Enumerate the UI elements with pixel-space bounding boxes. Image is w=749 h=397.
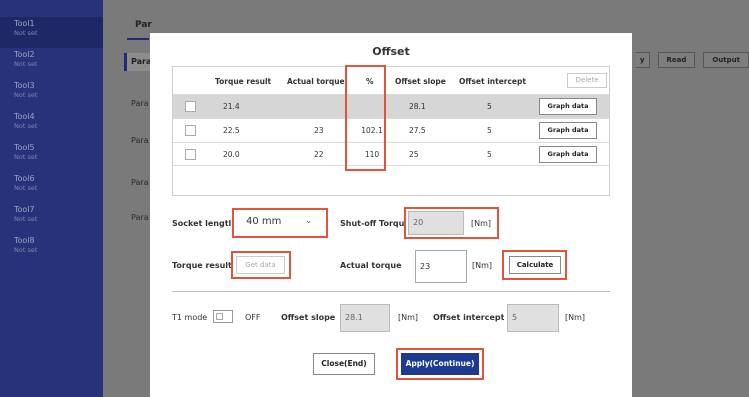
tool-name: Tool2 (14, 50, 35, 59)
param-item[interactable]: Para (131, 136, 149, 145)
offset-dialog: Offset Torque result Actual torque % Off… (150, 33, 632, 397)
copy-button[interactable]: y (635, 52, 650, 68)
apply-button[interactable]: Apply(Continue) (401, 353, 479, 375)
tool-sidebar: Tool1 Not set Tool2 Not set Tool3 Not se… (0, 0, 103, 397)
tool-name: Tool4 (14, 112, 35, 121)
chevron-down-icon: ⌄ (305, 216, 312, 225)
sidebar-item-tool5[interactable]: Tool5 Not set (0, 141, 103, 172)
background-toolbar: y Read Output (635, 52, 749, 68)
row-checkbox[interactable] (185, 125, 196, 136)
actual-torque-label: Actual torque (340, 261, 402, 270)
tool-status: Not set (14, 91, 38, 99)
tool-status: Not set (14, 122, 38, 130)
graph-data-button[interactable]: Graph data (539, 146, 597, 163)
row-checkbox[interactable] (185, 101, 196, 112)
tool-name: Tool5 (14, 143, 35, 152)
table-row[interactable]: 21.4 28.1 5 Graph data (173, 94, 609, 118)
cell-torque-result: 22.5 (223, 126, 240, 135)
offset-slope-label: Offset slope (281, 313, 336, 322)
row-checkbox[interactable] (185, 149, 196, 160)
cell-percent: 102.1 (361, 126, 383, 135)
t1-mode-label: T1 mode (172, 313, 208, 322)
tool-status: Not set (14, 60, 38, 68)
shutoff-torque-field[interactable]: 20 (408, 211, 464, 235)
close-button[interactable]: Close(End) (313, 353, 375, 375)
tool-name: Tool3 (14, 81, 35, 90)
tab-parameters[interactable]: Par (135, 20, 152, 30)
tab-underline (127, 38, 149, 40)
table-row[interactable]: 20.0 22 110 25 5 Graph data (173, 142, 609, 166)
sidebar-item-tool8[interactable]: Tool8 Not set (0, 234, 103, 265)
sidebar-item-tool1[interactable]: Tool1 Not set (0, 17, 103, 48)
sidebar-item-tool2[interactable]: Tool2 Not set (0, 48, 103, 79)
param-item-active[interactable]: Para (124, 53, 152, 71)
column-header-offset-slope: Offset slope (395, 77, 446, 86)
cell-torque-result: 20.0 (223, 150, 240, 159)
graph-data-button[interactable]: Graph data (539, 122, 597, 139)
cell-actual-torque: 23 (314, 126, 324, 135)
tool-name: Tool6 (14, 174, 35, 183)
cell-offset-intercept: 5 (487, 126, 492, 135)
socket-length-label: Socket lengtl (172, 219, 232, 228)
sidebar-item-tool7[interactable]: Tool7 Not set (0, 203, 103, 234)
cell-offset-slope: 25 (409, 150, 419, 159)
cell-offset-intercept: 5 (487, 102, 492, 111)
cell-percent: 110 (364, 150, 380, 159)
offset-intercept-label: Offset intercept (433, 313, 505, 322)
calculate-button[interactable]: Calculate (509, 256, 561, 274)
cell-actual-torque: 22 (314, 150, 324, 159)
get-data-button[interactable]: Get data (236, 256, 285, 274)
column-header-offset-intercept: Offset intercept (459, 77, 526, 86)
tool-status: Not set (14, 153, 38, 161)
shutoff-torque-label: Shut-off Torqu (340, 219, 404, 228)
tool-status: Not set (14, 184, 38, 192)
shutoff-torque-unit: [Nm] (471, 219, 492, 228)
sidebar-item-tool4[interactable]: Tool4 Not set (0, 110, 103, 141)
table-row[interactable]: 22.5 23 102.1 27.5 5 Graph data (173, 118, 609, 142)
tool-status: Not set (14, 215, 38, 223)
actual-torque-unit: [Nm] (472, 261, 493, 270)
output-button[interactable]: Output (703, 52, 749, 68)
column-header-percent: % (366, 77, 374, 86)
offset-intercept-field[interactable]: 5 (507, 304, 559, 332)
sidebar-item-tool6[interactable]: Tool6 Not set (0, 172, 103, 203)
param-item[interactable]: Para (131, 213, 149, 222)
tool-name: Tool7 (14, 205, 35, 214)
tool-name: Tool1 (14, 19, 35, 28)
socket-length-select[interactable]: 40 mm ⌄ (236, 212, 324, 234)
tool-status: Not set (14, 246, 38, 254)
cell-offset-intercept: 5 (487, 150, 492, 159)
offset-table: Torque result Actual torque % Offset slo… (172, 66, 610, 196)
param-item[interactable]: Para (131, 99, 149, 108)
actual-torque-field[interactable]: 23 (415, 250, 467, 283)
section-divider (172, 291, 610, 292)
offset-slope-field[interactable]: 28.1 (340, 304, 390, 332)
tool-name: Tool8 (14, 236, 35, 245)
read-button[interactable]: Read (657, 52, 696, 68)
column-header-actual-torque: Actual torque (287, 77, 345, 86)
socket-length-value: 40 mm (246, 216, 282, 227)
dialog-title: Offset (372, 45, 410, 58)
tool-status: Not set (14, 29, 38, 37)
graph-data-button[interactable]: Graph data (539, 98, 597, 115)
param-item[interactable]: Para (131, 178, 149, 187)
toggle-knob (216, 313, 223, 320)
cell-offset-slope: 27.5 (409, 126, 426, 135)
torque-result-label: Torque result (172, 261, 232, 270)
sidebar-item-tool3[interactable]: Tool3 Not set (0, 79, 103, 110)
offset-intercept-unit: [Nm] (565, 313, 586, 322)
column-header-torque-result: Torque result (215, 77, 272, 86)
cell-torque-result: 21.4 (223, 102, 240, 111)
cell-offset-slope: 28.1 (409, 102, 426, 111)
offset-slope-unit: [Nm] (398, 313, 419, 322)
delete-button[interactable]: Delete (567, 73, 607, 88)
t1-mode-toggle[interactable] (213, 310, 233, 323)
t1-mode-state: OFF (245, 313, 261, 322)
